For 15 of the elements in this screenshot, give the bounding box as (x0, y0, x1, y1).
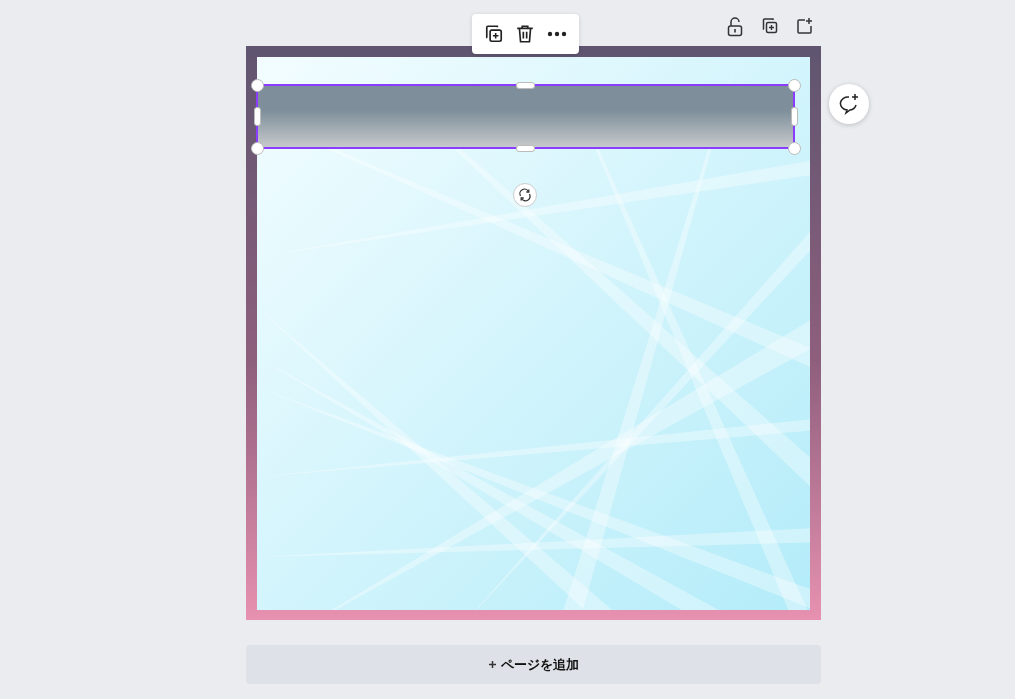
padlock-icon[interactable] (726, 17, 744, 37)
resize-handle[interactable] (516, 82, 535, 89)
duplicate-icon[interactable] (483, 24, 504, 44)
more-options-icon[interactable] (547, 31, 568, 37)
plus-icon (488, 661, 496, 668)
resize-handle[interactable] (254, 107, 261, 126)
add-page-button[interactable]: ページを追加 (246, 645, 821, 684)
resize-handle[interactable] (791, 107, 798, 126)
gradient-rectangle[interactable] (256, 84, 795, 149)
duplicate-page-icon[interactable] (761, 17, 779, 35)
add-page-icon[interactable] (796, 17, 814, 35)
trash-icon[interactable] (515, 24, 536, 44)
add-comment-button[interactable] (829, 84, 869, 124)
speech-bubble-plus-icon (838, 93, 860, 115)
resize-handle[interactable] (516, 145, 535, 152)
